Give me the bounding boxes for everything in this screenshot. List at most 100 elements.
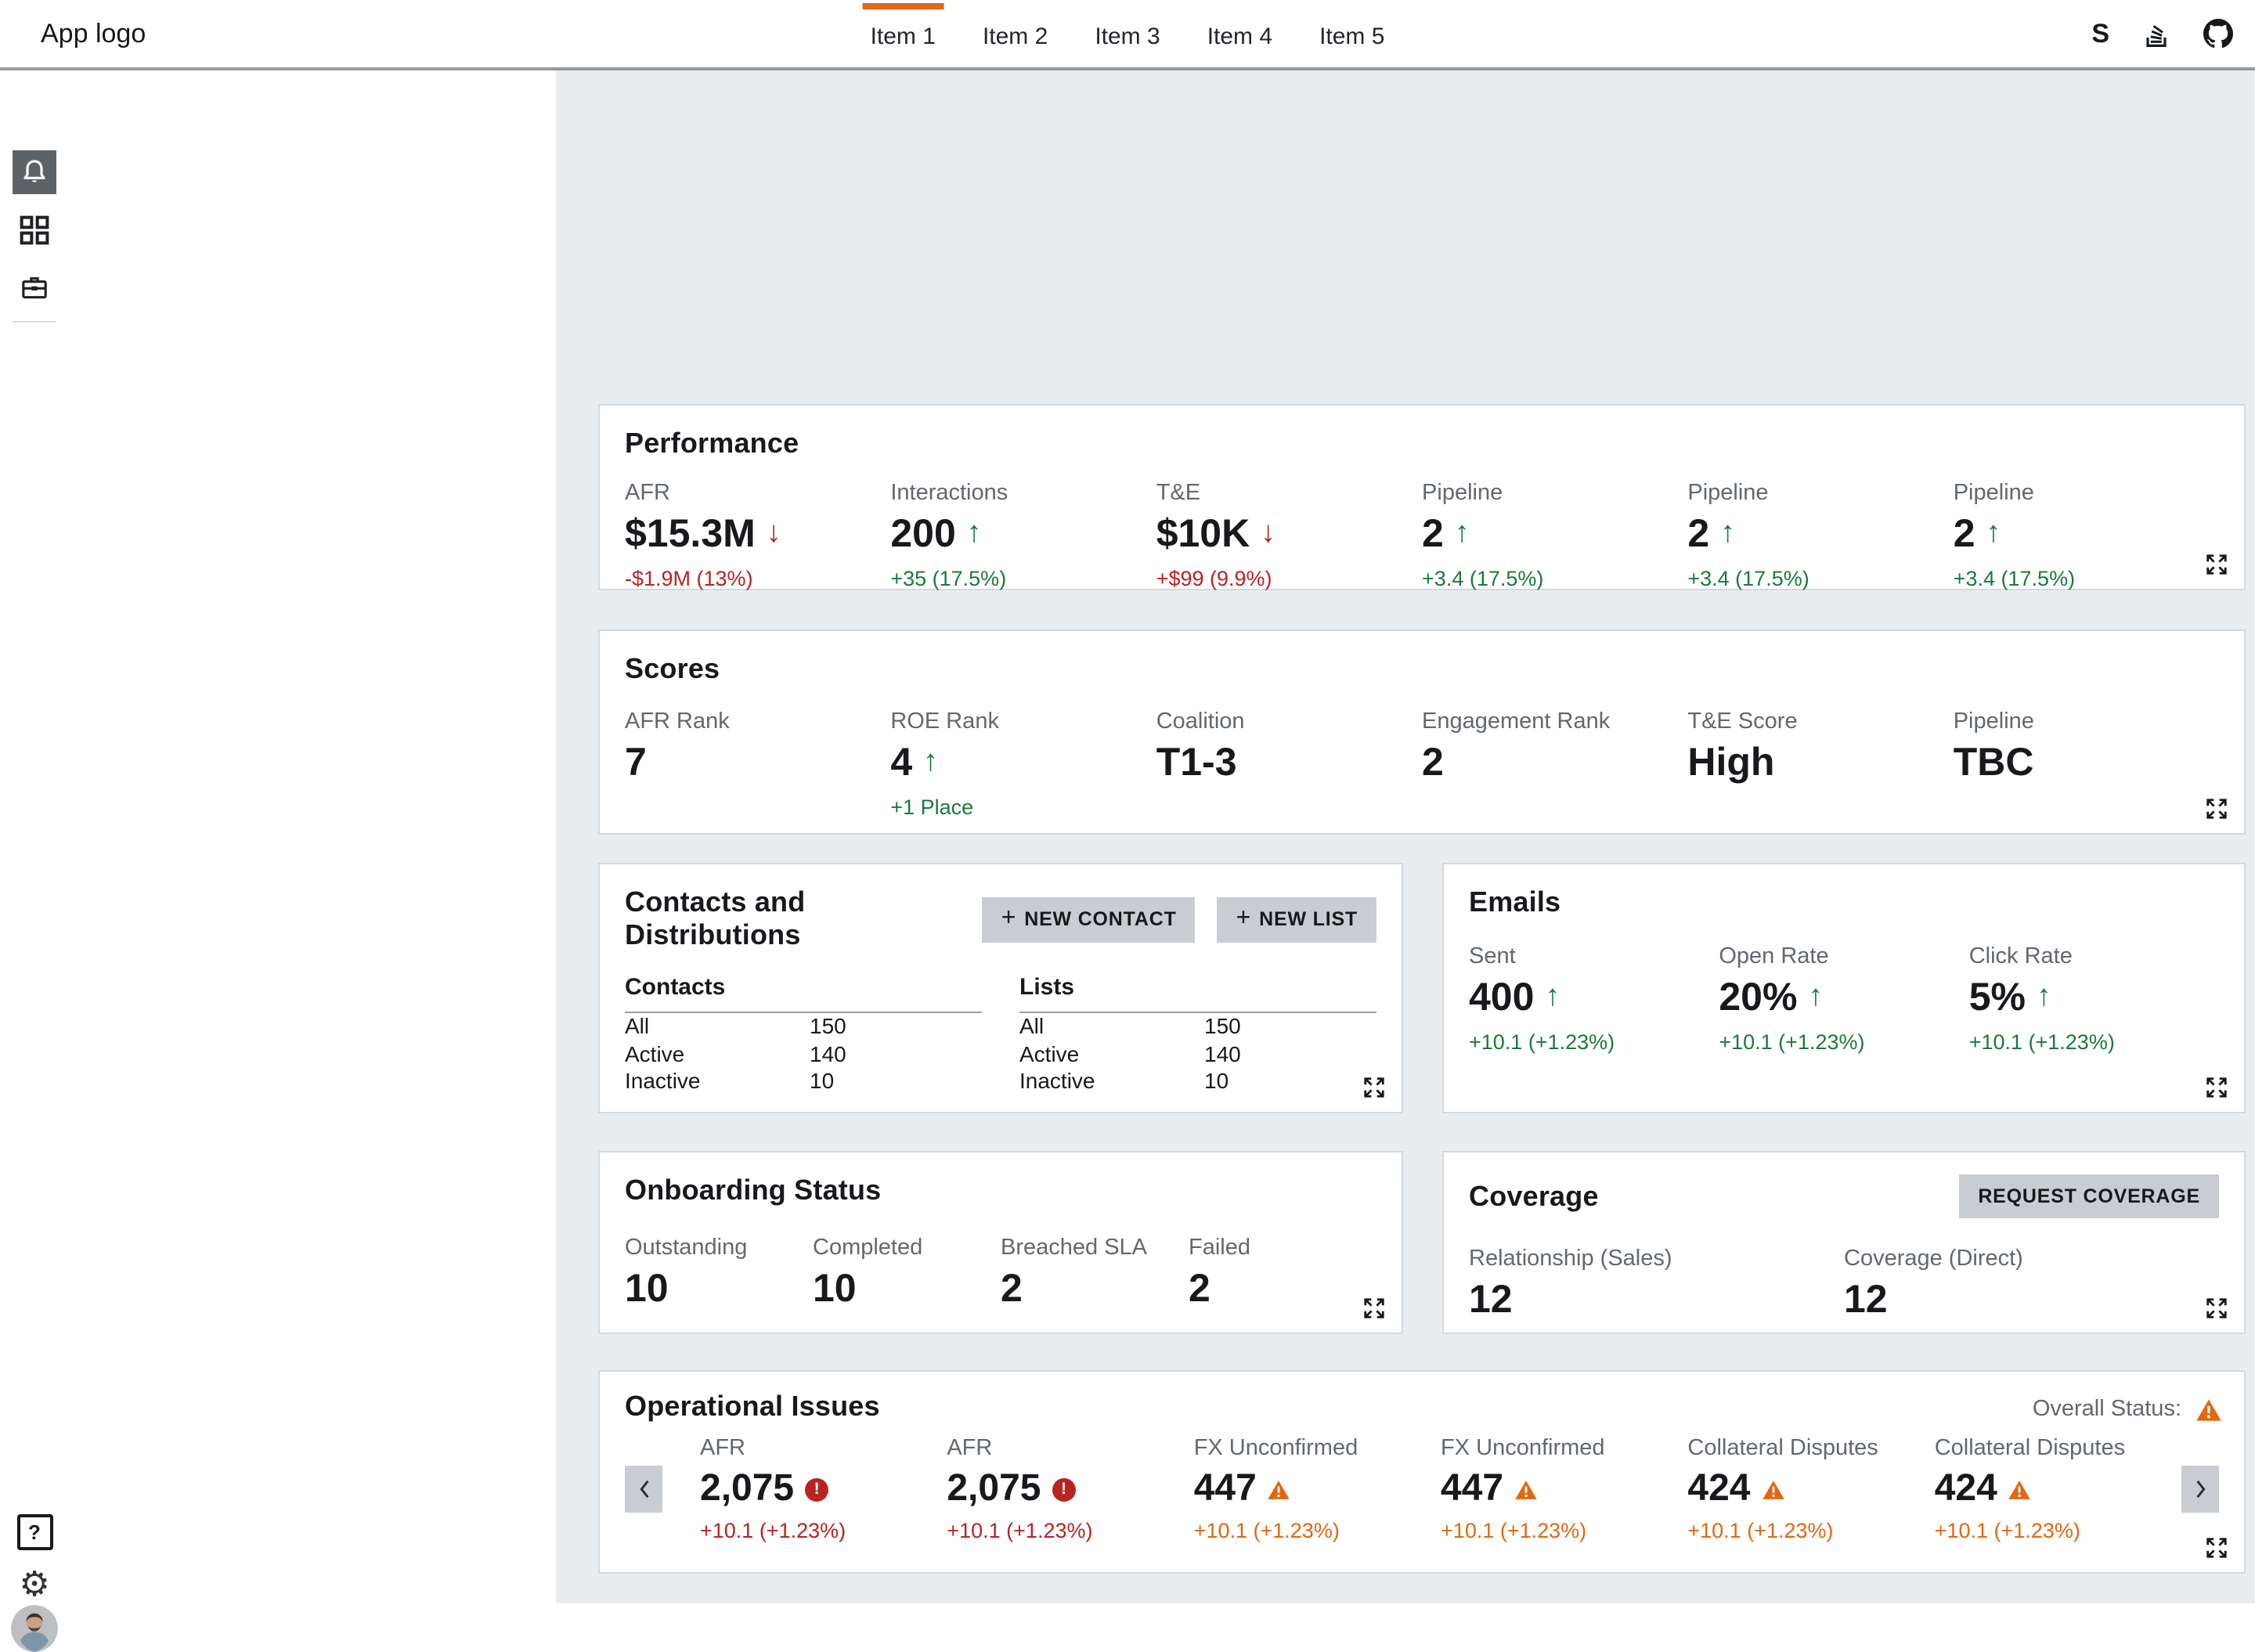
metric-interactions: Interactions 200↑ +35 (17.5%)	[890, 481, 1156, 590]
metric-label: Interactions	[890, 481, 1156, 506]
metric-coverage-direct: Coverage (Direct) 12	[1844, 1246, 2219, 1322]
error-icon	[805, 1477, 828, 1501]
metric-delta: +10.1 (+1.23%)	[700, 1520, 947, 1543]
metric-relationship-sales: Relationship (Sales) 12	[1469, 1246, 1844, 1322]
metric-value: 2	[1422, 514, 1444, 557]
up-arrow-icon: ↑	[2037, 983, 2051, 1015]
request-coverage-button[interactable]: REQUEST COVERAGE	[1959, 1174, 2219, 1218]
expand-icon[interactable]	[2205, 553, 2228, 576]
metric-delta: +3.4 (17.5%)	[1422, 566, 1687, 590]
metric-fx-unconfirmed-2: FX Unconfirmed 447 +10.1 (+1.23%)	[1441, 1436, 1687, 1543]
metric-value: 12	[1844, 1279, 1888, 1322]
metric-label: Completed	[813, 1235, 1001, 1261]
metric-engagement-rank: Engagement Rank 2	[1422, 709, 1687, 818]
metric-delta: +35 (17.5%)	[890, 566, 1156, 590]
carousel-prev-button[interactable]	[625, 1466, 662, 1513]
app-logo: App logo	[41, 0, 146, 67]
expand-icon[interactable]	[2205, 797, 2228, 821]
metric-value: $15.3M	[625, 514, 756, 557]
metric-value: 400	[1469, 977, 1534, 1020]
card-title: Coverage	[1469, 1180, 1959, 1213]
metric-value: 2	[1687, 514, 1709, 557]
top-navbar: App logo Item 1 Item 2 Item 3 Item 4 Ite…	[0, 0, 2255, 70]
metric-value: 5%	[1969, 977, 2026, 1020]
metric-delta: +10.1 (+1.23%)	[1687, 1520, 1934, 1543]
metric-afr: AFR $15.3M↓ -$1.9M (13%)	[625, 481, 890, 590]
table-row: Inactive10	[625, 1068, 982, 1095]
expand-icon[interactable]	[1362, 1076, 1386, 1099]
performance-card: Performance AFR $15.3M↓ -$1.9M (13%) Int…	[598, 404, 2246, 590]
scores-card: Scores AFR Rank 7 ROE Rank 4↑ +1 Place C…	[598, 629, 2246, 835]
metric-value: 2	[1954, 514, 1975, 557]
settings-gear-icon[interactable]: ⚙	[13, 1564, 56, 1608]
metric-label: Coalition	[1156, 709, 1422, 734]
expand-icon[interactable]	[1362, 1297, 1386, 1320]
metric-label: Sent	[1469, 944, 1719, 969]
new-list-button[interactable]: +NEW LIST	[1218, 896, 1376, 942]
carousel-next-button[interactable]	[2181, 1466, 2219, 1513]
metric-label: AFR	[700, 1436, 947, 1461]
metric-delta: +10.1 (+1.23%)	[1469, 1030, 1719, 1053]
plus-icon: +	[1236, 906, 1252, 931]
metric-value: TBC	[1954, 742, 2034, 785]
nav-item-5[interactable]: Item 5	[1315, 0, 1389, 67]
stackoverflow-icon[interactable]	[2142, 20, 2170, 48]
user-avatar[interactable]	[11, 1605, 58, 1652]
metric-value: 10	[625, 1268, 669, 1311]
metric-label: Click Rate	[1969, 944, 2219, 969]
metric-coalition: Coalition T1-3	[1156, 709, 1422, 818]
up-arrow-icon: ↑	[1455, 519, 1470, 552]
expand-icon[interactable]	[2205, 1076, 2228, 1099]
app-root: App logo Item 1 Item 2 Item 3 Item 4 Ite…	[0, 0, 2255, 1603]
metric-afr-rank: AFR Rank 7	[625, 709, 890, 818]
nav-item-3[interactable]: Item 3	[1090, 0, 1164, 67]
metric-afr-issues-2: AFR 2,075 +10.1 (+1.23%)	[947, 1436, 1193, 1543]
metric-completed: Completed 10	[813, 1235, 1001, 1311]
help-icon[interactable]: ?	[13, 1510, 56, 1553]
metric-delta: +10.1 (+1.23%)	[1719, 1030, 1968, 1053]
metric-value: 20%	[1719, 977, 1797, 1020]
metric-pipeline-1: Pipeline 2 ↑ +3.4 (17.5%)	[1422, 481, 1687, 590]
s-logo-icon[interactable]: S	[2091, 18, 2109, 49]
emails-card: Emails Sent 400↑ +10.1 (+1.23%) Open Rat…	[1442, 863, 2246, 1113]
metric-value: 12	[1469, 1279, 1513, 1322]
main-nav: Item 1 Item 2 Item 3 Item 4 Item 5	[866, 0, 1390, 67]
metric-delta: +10.1 (+1.23%)	[1441, 1520, 1687, 1543]
metric-delta: +10.1 (+1.23%)	[1194, 1520, 1441, 1543]
metric-value: 10	[813, 1268, 857, 1311]
nav-item-4[interactable]: Item 4	[1203, 0, 1277, 67]
warning-triangle-icon	[2195, 1398, 2222, 1421]
onboarding-status-card: Onboarding Status Outstanding 10 Complet…	[598, 1151, 1403, 1334]
operational-issues-card: Operational Issues Overall Status: AFR 2…	[598, 1370, 2246, 1574]
down-arrow-icon: ↓	[767, 519, 781, 552]
metric-afr-issues-1: AFR 2,075 +10.1 (+1.23%)	[700, 1436, 947, 1543]
nav-item-2[interactable]: Item 2	[978, 0, 1052, 67]
metric-label: ROE Rank	[890, 709, 1156, 734]
table-row: Active140	[1019, 1041, 1376, 1068]
github-icon[interactable]	[2203, 19, 2233, 49]
up-arrow-icon: ↑	[1545, 983, 1560, 1015]
new-contact-button[interactable]: +NEW CONTACT	[983, 896, 1196, 942]
nav-item-1[interactable]: Item 1	[866, 0, 940, 67]
card-title: Scores	[625, 653, 2219, 686]
metric-label: Open Rate	[1719, 944, 1968, 969]
up-arrow-icon: ↑	[1808, 983, 1823, 1015]
notifications-bell-icon[interactable]	[13, 150, 56, 194]
briefcase-icon[interactable]	[13, 266, 56, 310]
metric-collateral-disputes-2: Collateral Disputes 424 +10.1 (+1.23%)	[1935, 1436, 2181, 1543]
table-row: All150	[625, 1013, 982, 1041]
metric-label: Pipeline	[1422, 481, 1687, 506]
up-arrow-icon: ↑	[1720, 519, 1735, 552]
metric-value: 7	[625, 742, 647, 785]
apps-grid-icon[interactable]	[13, 208, 56, 252]
warning-triangle-icon	[1514, 1479, 1538, 1499]
metric-delta: +10.1 (+1.23%)	[1969, 1030, 2219, 1053]
metric-delta: +$99 (9.9%)	[1156, 566, 1422, 590]
card-title: Performance	[625, 427, 2219, 460]
warning-triangle-icon	[1761, 1479, 1784, 1499]
metric-label: T&E Score	[1687, 709, 1953, 734]
table-header: Contacts	[625, 974, 982, 1013]
expand-icon[interactable]	[2205, 1297, 2228, 1320]
metric-label: Relationship (Sales)	[1469, 1246, 1844, 1271]
expand-icon[interactable]	[2205, 1536, 2228, 1560]
